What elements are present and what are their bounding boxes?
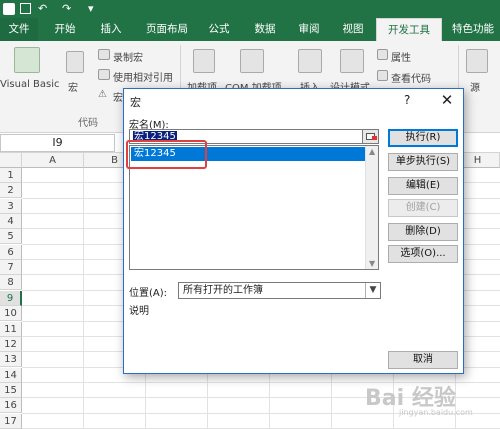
- tab-file[interactable]: 文件: [0, 18, 38, 41]
- record-macro-button[interactable]: 录制宏: [113, 49, 143, 64]
- list-scrollbar[interactable]: ▲ ▼: [365, 146, 378, 269]
- com-addins-icon: [240, 49, 264, 73]
- row-header[interactable]: 5: [0, 229, 22, 245]
- tab-page-layout[interactable]: 页面布局: [138, 18, 196, 41]
- row-header[interactable]: 12: [0, 336, 22, 352]
- redo-icon[interactable]: ↷: [62, 2, 71, 16]
- help-icon[interactable]: ?: [404, 93, 410, 107]
- view-code-button[interactable]: 查看代码: [391, 70, 431, 85]
- select-all-corner[interactable]: [0, 153, 22, 168]
- row-header[interactable]: 2: [0, 183, 22, 199]
- close-icon[interactable]: ✕: [436, 90, 458, 110]
- ribbon-tabs: 文件 开始 插入 页面布局 公式 数据 审阅 视图 开发工具 特色功能: [0, 18, 500, 41]
- addins-icon: [193, 49, 215, 73]
- save-icon[interactable]: [20, 3, 31, 14]
- view-code-icon: [377, 70, 388, 81]
- macros-button[interactable]: 宏: [68, 79, 78, 94]
- title-bar: ↶ ↷ ▾: [0, 0, 500, 18]
- row-header[interactable]: 3: [0, 198, 22, 214]
- description-label: 说明: [129, 306, 149, 317]
- tab-home[interactable]: 开始: [46, 18, 84, 41]
- chevron-down-icon[interactable]: ▼: [365, 283, 380, 298]
- properties-button[interactable]: 属性: [391, 49, 411, 64]
- excel-logo-icon: [3, 3, 15, 15]
- row-header[interactable]: 11: [0, 321, 22, 337]
- row-header[interactable]: 1: [0, 168, 22, 183]
- tab-special-features[interactable]: 特色功能: [446, 18, 500, 41]
- row-header[interactable]: 13: [0, 352, 22, 368]
- source-icon: [466, 49, 488, 73]
- highlight-box: [126, 140, 207, 169]
- row-header[interactable]: 6: [0, 244, 22, 260]
- relative-reference-button[interactable]: 使用相对引用: [113, 69, 173, 84]
- relative-reference-icon: [98, 69, 110, 80]
- tab-formulas[interactable]: 公式: [200, 18, 238, 41]
- name-box[interactable]: I9: [0, 134, 115, 152]
- column-header[interactable]: A: [22, 153, 84, 168]
- record-macro-icon: [98, 49, 110, 60]
- dialog-title: 宏: [130, 96, 141, 109]
- insert-controls-icon: [298, 49, 322, 73]
- baidu-watermark: Bai 经验 jingyan.baidu.com: [365, 380, 495, 424]
- macros-icon: [66, 51, 84, 73]
- delete-button[interactable]: 删除(D): [388, 223, 458, 241]
- undo-icon[interactable]: ↶: [38, 2, 47, 16]
- row-header[interactable]: 10: [0, 306, 22, 322]
- row-header[interactable]: 14: [0, 367, 22, 383]
- tab-view[interactable]: 视图: [334, 18, 372, 41]
- location-select[interactable]: 所有打开的工作簿 ▼: [178, 282, 381, 299]
- range-picker-icon[interactable]: [362, 129, 379, 144]
- customize-quick-access-icon[interactable]: ▾: [88, 2, 94, 16]
- options-button[interactable]: 选项(O)...: [388, 245, 458, 263]
- warning-icon: ⚠: [98, 89, 107, 100]
- source-button[interactable]: 源: [470, 79, 480, 94]
- run-button[interactable]: 执行(R): [388, 129, 458, 147]
- tab-review[interactable]: 审阅: [290, 18, 328, 41]
- location-label: 位置(A):: [129, 288, 168, 299]
- row-header[interactable]: 9: [0, 290, 22, 306]
- properties-icon: [377, 49, 388, 60]
- tab-data[interactable]: 数据: [246, 18, 284, 41]
- location-value: 所有打开的工作簿: [183, 285, 263, 296]
- design-mode-icon: [340, 49, 364, 73]
- cancel-button[interactable]: 取消: [388, 351, 458, 369]
- tab-insert[interactable]: 插入: [92, 18, 130, 41]
- row-header[interactable]: 7: [0, 260, 22, 276]
- watermark-url: jingyan.baidu.com: [399, 408, 473, 417]
- macro-dialog: 宏 ? ✕ 宏名(M): 宏12345 宏12345 ▲ ▼ 执行(R) 单步执…: [123, 88, 464, 374]
- row-header[interactable]: 16: [0, 398, 22, 414]
- tab-developer[interactable]: 开发工具: [376, 18, 442, 41]
- row-header[interactable]: 8: [0, 275, 22, 291]
- visual-basic-button[interactable]: Visual Basic: [0, 79, 60, 90]
- row-header[interactable]: 15: [0, 382, 22, 398]
- row-header[interactable]: 17: [0, 413, 22, 429]
- step-into-button[interactable]: 单步执行(S): [388, 153, 458, 171]
- code-group-label: 代码: [78, 118, 98, 129]
- create-button[interactable]: 创建(C): [388, 199, 458, 217]
- edit-button[interactable]: 编辑(E): [388, 177, 458, 195]
- visual-basic-icon: [14, 47, 40, 73]
- column-gridline: [83, 168, 84, 429]
- row-header[interactable]: 4: [0, 214, 22, 230]
